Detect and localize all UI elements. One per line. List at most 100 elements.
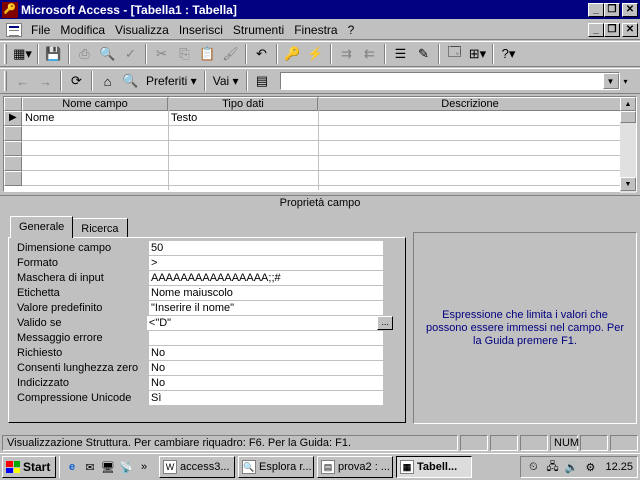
menu-inserisci[interactable]: Inserisci xyxy=(174,23,228,37)
row-selector[interactable] xyxy=(4,126,22,141)
home-icon[interactable]: ⌂ xyxy=(96,70,119,92)
taskbar-button-label: Tabell... xyxy=(417,461,458,473)
scroll-up-icon[interactable]: ▲ xyxy=(620,97,636,111)
property-label: Etichetta xyxy=(17,286,60,299)
caption-input[interactable]: Nome maiuscolo xyxy=(149,285,383,300)
scroll-thumb[interactable] xyxy=(620,111,636,123)
delete-rows-icon[interactable]: ⇇ xyxy=(358,43,381,65)
menu-visualizza[interactable]: Visualizza xyxy=(110,23,174,37)
help-icon[interactable]: ?▾ xyxy=(497,43,520,65)
taskbar-button[interactable]: ▤ prova2 : ... xyxy=(317,456,393,478)
taskbar-button[interactable]: W access3... xyxy=(159,456,235,478)
network-icon[interactable]: 🖧 xyxy=(544,459,560,475)
close-button[interactable]: ✕ xyxy=(622,2,638,17)
menu-finestra[interactable]: Finestra xyxy=(289,23,342,37)
doc-close-button[interactable]: ✕ xyxy=(622,22,638,37)
spelling-icon[interactable]: ✓ xyxy=(119,43,142,65)
table-window-icon[interactable] xyxy=(6,22,22,37)
print-preview-icon[interactable]: 🔍 xyxy=(96,43,119,65)
description-cell[interactable] xyxy=(319,111,622,125)
toolbar-grip[interactable] xyxy=(4,44,7,64)
scheduler-icon[interactable]: ⏲ xyxy=(525,459,541,475)
validation-text-input[interactable] xyxy=(149,330,383,345)
format-input[interactable]: > xyxy=(149,255,383,270)
tab-generale[interactable]: Generale xyxy=(10,216,74,238)
property-label: Valore predefinito xyxy=(17,301,103,314)
insert-rows-icon[interactable]: ⇉ xyxy=(335,43,358,65)
restore-button[interactable]: ❐ xyxy=(604,2,620,17)
show-only-web-toolbar-icon[interactable]: ▤ xyxy=(251,70,274,92)
toolbar-grip-2[interactable] xyxy=(4,71,7,91)
taskbar-button-active[interactable]: ▦ Tabell... xyxy=(396,456,472,478)
new-object-icon[interactable]: ⊞▾ xyxy=(466,43,489,65)
primary-key-icon[interactable]: 🔑 xyxy=(281,43,304,65)
row-selector[interactable] xyxy=(4,156,22,171)
channels-icon[interactable]: 📡 xyxy=(118,459,134,475)
doc-restore-button[interactable]: ❐ xyxy=(604,22,620,37)
volume-icon[interactable]: 🔊 xyxy=(563,459,579,475)
status-pane xyxy=(580,435,608,451)
settings-icon[interactable]: ⚙ xyxy=(582,459,598,475)
table-icon: ▦ xyxy=(400,460,414,474)
unicode-compression-input[interactable]: Sì xyxy=(149,390,383,405)
field-size-input[interactable]: 50 xyxy=(149,240,383,255)
view-icon[interactable]: ▦▾ xyxy=(11,43,34,65)
row-selector[interactable] xyxy=(4,141,22,156)
column-header-description[interactable]: Descrizione xyxy=(318,97,622,111)
scroll-down-icon[interactable]: ▼ xyxy=(620,177,636,191)
undo-icon[interactable]: ↶ xyxy=(250,43,273,65)
internet-explorer-icon[interactable]: e xyxy=(64,459,80,475)
format-painter-icon[interactable]: 🖌 xyxy=(219,43,242,65)
chevron-down-icon[interactable]: ▼ xyxy=(602,73,619,89)
back-icon[interactable]: ← xyxy=(11,70,34,92)
save-icon[interactable]: 💾 xyxy=(42,43,65,65)
expression-builder-button[interactable]: ... xyxy=(377,315,393,330)
property-row: Messaggio errore xyxy=(17,330,393,345)
copy-icon[interactable]: ⎘ xyxy=(173,43,196,65)
toolbar-options-icon[interactable]: ▾ xyxy=(620,70,632,92)
data-type-cell[interactable]: Testo xyxy=(169,111,318,125)
properties-icon[interactable]: ☰ xyxy=(389,43,412,65)
input-mask-input[interactable]: AAAAAAAAAAAAAAAA;;# xyxy=(149,270,383,285)
validation-rule-input[interactable]: <"D" xyxy=(146,315,378,330)
menu-modifica[interactable]: Modifica xyxy=(55,23,110,37)
go-menu[interactable]: Vai ▾ xyxy=(209,70,243,92)
access-key-icon[interactable]: 🔑 xyxy=(2,1,18,18)
address-combobox[interactable]: ▼ xyxy=(279,72,620,90)
doc-minimize-button[interactable]: _ xyxy=(588,22,604,37)
print-icon[interactable]: ⎙ xyxy=(73,43,96,65)
row-selector[interactable] xyxy=(4,171,22,186)
show-desktop-icon[interactable]: 🖥 xyxy=(100,459,116,475)
default-value-input[interactable]: "Inserire il nome" xyxy=(149,300,383,315)
clock[interactable]: 12.25 xyxy=(605,461,633,473)
minimize-button[interactable]: _ xyxy=(588,2,604,17)
tab-ricerca[interactable]: Ricerca xyxy=(72,218,128,238)
field-name-cell[interactable]: Nome xyxy=(23,111,168,125)
column-header-data-type[interactable]: Tipo dati xyxy=(168,97,318,111)
taskbar-button-label: access3... xyxy=(180,461,230,473)
required-input[interactable]: No xyxy=(149,345,383,360)
menu-strumenti[interactable]: Strumenti xyxy=(228,23,289,37)
row-selector-current[interactable]: ▶ xyxy=(4,111,22,126)
status-num: NUM xyxy=(550,435,579,451)
favorites-menu[interactable]: Preferiti ▾ xyxy=(142,70,201,92)
paste-icon[interactable]: 📋 xyxy=(196,43,219,65)
build-icon[interactable]: ✎ xyxy=(412,43,435,65)
forward-icon[interactable]: → xyxy=(34,70,57,92)
allow-zero-length-input[interactable]: No xyxy=(149,360,383,375)
indexed-input[interactable]: No xyxy=(149,375,383,390)
start-button[interactable]: Start xyxy=(2,456,56,478)
search-web-icon[interactable]: 🔍 xyxy=(119,70,142,92)
taskbar-button[interactable]: 🔍 Esplora r... xyxy=(238,456,314,478)
menu-help[interactable]: ? xyxy=(343,23,360,37)
more-chevron-icon[interactable]: » xyxy=(136,459,152,475)
database-window-icon[interactable]: 🗔 xyxy=(443,43,466,65)
refresh-icon[interactable]: ⟳ xyxy=(65,70,88,92)
outlook-express-icon[interactable]: ✉ xyxy=(82,459,98,475)
menu-file[interactable]: File xyxy=(26,23,55,37)
grid-vertical-scrollbar[interactable]: ▲ ▼ xyxy=(620,97,636,193)
indexes-icon[interactable]: ⚡ xyxy=(304,43,327,65)
column-header-field-name[interactable]: Nome campo xyxy=(22,97,168,111)
taskbar-button-label: Esplora r... xyxy=(259,461,312,473)
cut-icon[interactable]: ✂ xyxy=(150,43,173,65)
